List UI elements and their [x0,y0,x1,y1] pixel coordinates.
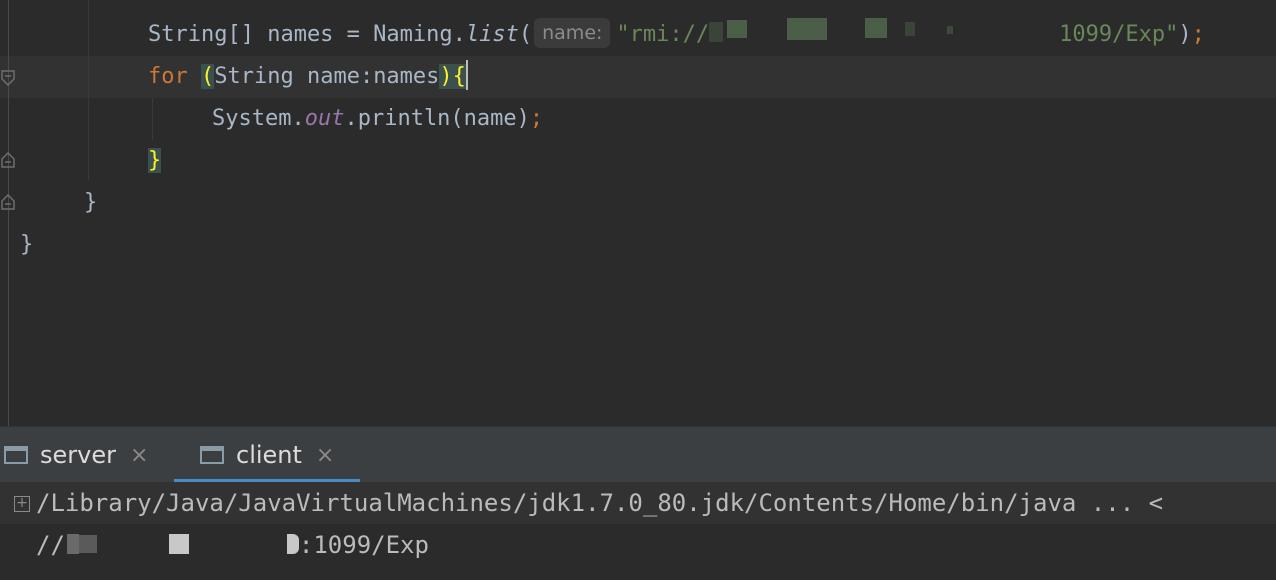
semicolon: ; [529,106,544,131]
string-literal-end: 1099/Exp" [1059,22,1179,47]
console-command-line[interactable]: /Library/Java/JavaVirtualMachines/jdk1.7… [36,482,1163,524]
redacted-block [66,534,79,554]
console-window-icon [4,446,28,464]
parameter-hint: name: [534,18,611,48]
code-text: String[] names = Naming. [148,22,466,47]
fold-end-marker-icon[interactable] [1,152,15,168]
fold-end-marker-icon[interactable] [1,194,15,210]
output-text: // [36,531,65,559]
console-window-icon [200,446,224,464]
code-line-4[interactable]: } [148,140,162,182]
indent-guide [152,98,153,140]
paren-highlight: ) [439,64,453,89]
paren: ) [1178,22,1192,47]
redacted-block [78,535,97,553]
redacted-block [168,534,189,554]
code-text: String name:names [214,64,440,89]
keyword-for: for [148,64,188,89]
expand-icon[interactable]: + [14,496,30,512]
brace-highlight: } [148,148,162,173]
code-line-5[interactable]: } [84,182,97,224]
run-tool-window-tabs: server × client × [0,426,1276,483]
code-line-3[interactable]: System.out.println(name); [212,98,543,140]
tab-label: client [236,441,302,469]
console-output-line: // :1099/Exp [36,524,429,566]
redacted-block [286,534,299,554]
close-icon[interactable]: × [130,443,148,468]
closing-brace: } [84,190,98,215]
string-literal-start: "rmi:// [616,22,710,47]
semicolon: ; [1191,22,1205,47]
close-icon[interactable]: × [316,443,334,468]
code-text: .println(name) [344,106,530,131]
field-out: out [304,106,345,131]
gutter-divider [8,0,9,426]
code-text: System. [212,106,305,131]
method-name: list [465,22,519,47]
paren-highlight: ( [201,64,215,89]
code-editor[interactable]: String[] names = Naming.list(name: "rmi:/… [0,0,1276,426]
tab-label: server [40,441,116,469]
redacted-block [709,18,1059,48]
code-line-6[interactable]: } [20,224,33,266]
text-cursor [465,60,468,90]
tab-client[interactable]: client × [173,427,361,483]
brace-highlight: { [452,64,466,89]
fold-marker-icon[interactable] [1,70,15,86]
output-text: :1099/Exp [298,531,429,559]
closing-brace: } [20,232,34,257]
code-line-2[interactable]: for (String name:names){ [148,56,468,98]
indent-guide [88,0,89,180]
tab-server[interactable]: server × [4,427,148,483]
paren: ( [518,22,533,47]
code-line-1[interactable]: String[] names = Naming.list(name: "rmi:/… [148,14,1205,56]
console-output[interactable]: + /Library/Java/JavaVirtualMachines/jdk1… [0,482,1276,580]
